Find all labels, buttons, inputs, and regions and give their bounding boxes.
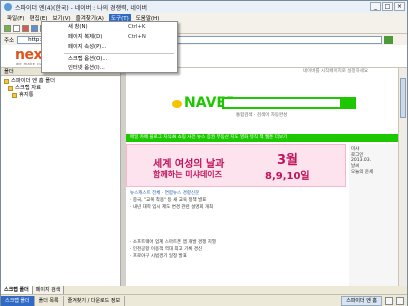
news-item[interactable]: · 내년 대학 입시 제도 변경 관련 설명회 개최	[130, 204, 342, 211]
minimize-button[interactable]: _	[370, 2, 381, 11]
news-area: 뉴스캐스트 전체 · 연합뉴스 경향신문 · 중국, "교복 착용" 등 새 교…	[126, 188, 346, 286]
stop-icon[interactable]	[22, 24, 29, 32]
folder-panel: 폴더 스파이더 엔 홈 폴더 스크랩 자료 휴지통	[1, 68, 121, 286]
naver-bee-icon	[172, 100, 182, 108]
go-button[interactable]	[384, 35, 394, 44]
maximize-button[interactable]: □	[382, 2, 393, 11]
menu-item-duplicate[interactable]: 페이지 복제(D) Ctrl+N	[42, 33, 178, 42]
forward-icon[interactable]	[13, 24, 20, 32]
news-item[interactable]: · 프로야구 시범경기 일정 발표	[130, 253, 342, 260]
news-item[interactable]: · 인천공항 이용객 역대 최고 기록 경신	[130, 246, 342, 253]
status-icon[interactable]	[385, 297, 393, 305]
tree-item-trash[interactable]: 휴지통	[4, 92, 117, 99]
bottom-tabs: 스크랩 폴더 페이지 검색	[1, 286, 65, 294]
menu-item-internet-options[interactable]: 인터넷 옵션(I)...	[42, 64, 178, 73]
folder-tree: 스파이더 엔 홈 폴더 스크랩 자료 휴지통	[1, 76, 120, 101]
status-folder-list[interactable]: 폴더 목록	[35, 295, 64, 306]
window-title: 스파이더 엔(4)(한국) - 네이버 : 나의 경쟁력, 네이버	[15, 4, 147, 12]
title-bar: 스파이더 엔(4)(한국) - 네이버 : 나의 경쟁력, 네이버 _ □ ×	[1, 1, 407, 13]
status-scrap-folder[interactable]: 스크랩 폴더	[1, 295, 35, 306]
status-home[interactable]: 스파이더 엔 홈	[341, 296, 382, 306]
ad-dates: 8,9,10일	[265, 171, 310, 182]
folder-icon	[8, 86, 13, 91]
rc-item[interactable]: 오늘의 운세	[351, 169, 396, 175]
tools-dropdown-menu: 새 창(N) Ctrl+K 페이지 복제(D) Ctrl+N 페이지 속성(P)..…	[41, 21, 178, 73]
status-favorites[interactable]: 즐겨찾기 / 다운로드 정보	[64, 295, 126, 306]
search-input[interactable]	[222, 97, 342, 109]
ad-month: 3월	[277, 153, 299, 168]
menu-item-page-props[interactable]: 페이지 속성(P)...	[42, 43, 178, 52]
news-header[interactable]: 뉴스캐스트 전체 · 연합뉴스 경향신문	[130, 190, 342, 197]
close-button[interactable]: ×	[394, 2, 405, 11]
web-page: 네이버를 시작페이지로 설정하세요 NAVER 통합검색 · 검색어 자동완성 …	[126, 68, 398, 286]
address-label: 주소	[4, 37, 15, 44]
app-window: 스파이더 엔(4)(한국) - 네이버 : 나의 경쟁력, 네이버 _ □ × …	[0, 0, 408, 306]
status-bar: 스크랩 폴더 폴더 목록 즐겨찾기 / 다운로드 정보 스파이더 엔 홈	[1, 294, 407, 306]
search-options[interactable]: 통합검색 · 검색어 자동완성	[236, 112, 287, 118]
news-item[interactable]: · 중국, "교복 착용" 등 새 교육 정책 발표	[130, 197, 342, 204]
ad-line1: 세계 여성의 날과	[153, 159, 225, 170]
tree-item-home[interactable]: 스파이더 엔 홈 폴더	[4, 78, 117, 85]
menu-item-new-window[interactable]: 새 창(N) Ctrl+K	[42, 23, 178, 32]
tab-page-search[interactable]: 페이지 검색	[32, 286, 65, 294]
menu-item-scrap-options[interactable]: 스크랩 옵션(O)...	[42, 55, 178, 64]
service-nav[interactable]: 메일 카페 블로그 지식iN 쇼핑 사전 뉴스 증권 부동산 지도 영화 뮤직 …	[126, 134, 398, 142]
status-icon[interactable]	[396, 297, 404, 305]
folder-icon	[4, 79, 9, 84]
menu-separator	[64, 53, 174, 54]
window-controls: _ □ ×	[370, 2, 405, 11]
menu-file[interactable]: 파일(F)	[7, 14, 25, 22]
search-button[interactable]	[342, 97, 356, 109]
refresh-icon[interactable]	[31, 24, 38, 32]
trash-icon	[12, 93, 17, 98]
vertical-scrollbar[interactable]	[398, 68, 407, 286]
news-item[interactable]: · 소프트웨어 업계 스마트폰 앱 개발 경쟁 치열	[130, 239, 342, 246]
scroll-thumb[interactable]	[400, 78, 406, 118]
tab-scrap-folder[interactable]: 스크랩 폴더	[1, 286, 33, 294]
back-icon[interactable]	[4, 24, 11, 32]
right-column: 미샤 로그인 2013.03. 날씨 오늘의 운세	[349, 144, 398, 286]
ad-line2: 함께하는 미샤데이즈	[153, 170, 223, 179]
app-icon	[4, 3, 12, 11]
banner-ad[interactable]: 세계 여성의 날과 함께하는 미샤데이즈 3월 8,9,10일	[126, 144, 346, 187]
tree-item-scrap[interactable]: 스크랩 자료	[4, 85, 117, 92]
